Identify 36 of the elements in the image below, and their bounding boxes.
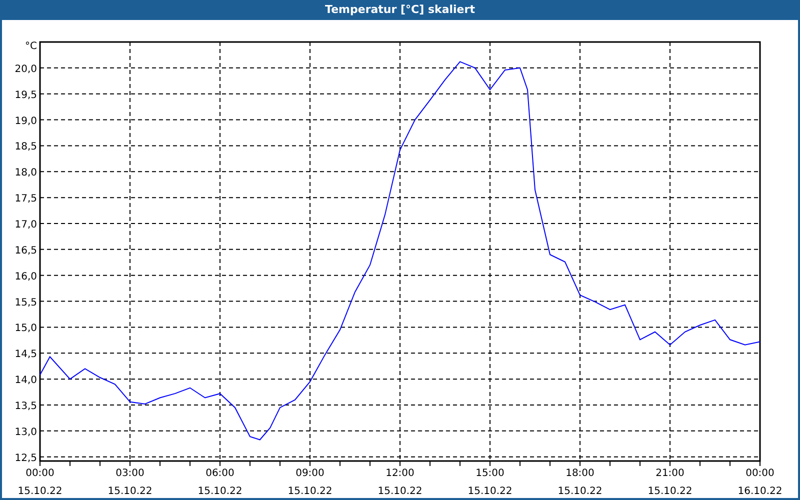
y-tick-label: 15,5 (14, 297, 37, 308)
x-tick-label: 00:00 (746, 468, 774, 479)
y-tick-label: 19,5 (14, 90, 37, 101)
y-tick-label: 12,5 (14, 452, 37, 464)
y-axis-unit: °C (25, 41, 37, 52)
y-tick-label: 17,0 (14, 220, 37, 230)
x-tick-label: 15:00 (476, 468, 504, 479)
x-tick-label: 21:00 (656, 468, 684, 479)
y-tick-label: 14,5 (14, 349, 37, 360)
date-label: 15.10.22 (468, 486, 512, 497)
y-tick-label: 18,0 (14, 168, 37, 179)
date-label: 15.10.22 (648, 486, 692, 497)
y-tick-label: 13,0 (14, 426, 37, 438)
y-tick-label: 20,0 (14, 64, 37, 75)
date-label: 15.10.22 (18, 486, 62, 497)
y-tick-label: 13,5 (14, 401, 37, 412)
x-tick-label: 06:00 (206, 468, 234, 479)
y-tick-label: 19,0 (14, 116, 37, 127)
x-tick-label: 18:00 (566, 468, 594, 479)
y-tick-label: 15,0 (14, 323, 37, 334)
date-label: 15.10.22 (288, 486, 332, 497)
y-tick-label: 14,0 (14, 375, 37, 386)
y-tick-label: 16,0 (14, 271, 37, 282)
date-label: 15.10.22 (198, 486, 242, 497)
window-title: Temperatur [°C] skaliert (324, 2, 476, 18)
date-label: 16.10.22 (738, 486, 782, 497)
x-tick-label: 00:00 (26, 468, 54, 479)
x-tick-label: 03:00 (116, 468, 144, 479)
date-label: 15.10.22 (378, 486, 422, 497)
y-tick-label: 17,5 (14, 194, 37, 205)
y-tick-label: 16,5 (14, 245, 37, 256)
date-label: 15.10.22 (108, 486, 152, 497)
x-tick-label: 09:00 (296, 468, 324, 479)
x-tick-label: 12:00 (386, 468, 414, 479)
date-label: 15.10.22 (558, 486, 602, 497)
y-tick-label: 18,5 (14, 142, 37, 153)
